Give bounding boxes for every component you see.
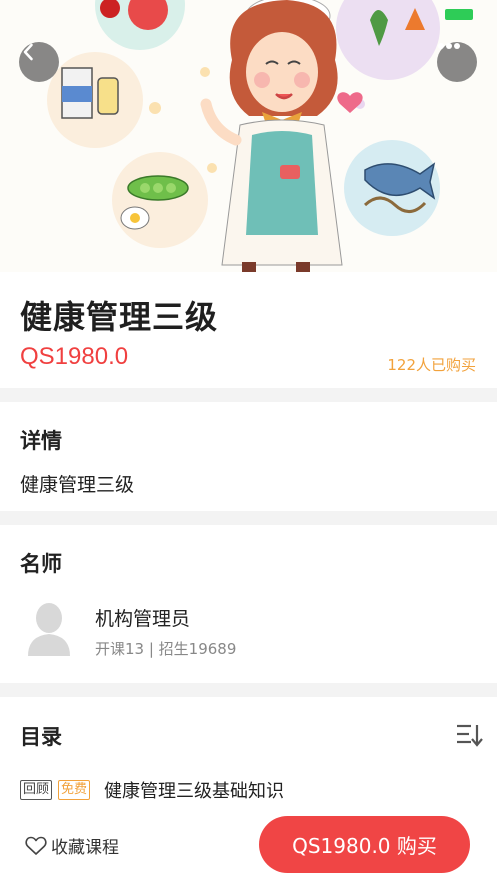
more-button[interactable] [437,42,477,82]
battery-icon [445,9,473,20]
catalog-heading: 目录 [20,725,62,749]
course-title: 健康管理三级 [20,298,219,336]
teacher-heading: 名师 [20,552,62,576]
buy-button[interactable]: QS1980.0 购买 [259,816,470,873]
review-tag: 回顾 [20,780,53,800]
lesson-title: 健康管理三级基础知识 [104,781,285,802]
favorite-label: 收藏课程 [51,838,119,858]
lesson-item[interactable]: 回顾 免费 健康管理三级基础知识 [20,777,284,803]
section-divider [0,388,497,402]
bottom-bar: 收藏课程 QS1980.0 购买 [0,812,497,883]
heart-icon [25,836,47,855]
favorite-button[interactable]: 收藏课程 [25,833,119,858]
buyer-count: 122人已购买 [387,356,476,374]
details-text: 健康管理三级 [20,474,135,496]
free-tag: 免费 [58,780,91,800]
more-dots-icon [438,43,460,49]
avatar[interactable] [26,602,72,656]
course-info: 健康管理三级 QS1980.0 122人已购买 [0,272,497,388]
details-heading: 详情 [20,429,62,453]
teacher-stats: 开课13 | 招生19689 [95,640,237,658]
course-banner [0,0,497,272]
chevron-left-icon [23,43,33,61]
course-price: QS1980.0 [20,343,129,370]
section-divider [0,511,497,525]
back-button[interactable] [19,42,59,82]
sort-icon[interactable] [455,722,483,748]
section-divider [0,683,497,697]
banner-illustration [47,0,440,272]
teacher-name[interactable]: 机构管理员 [95,604,190,631]
